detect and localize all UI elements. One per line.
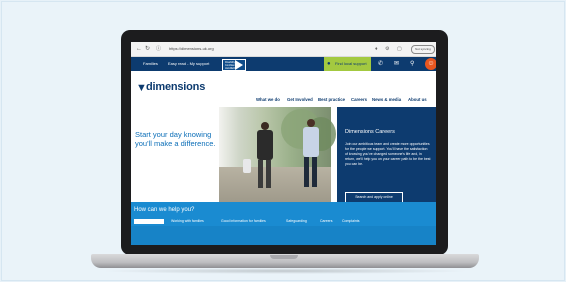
help-tab-active[interactable] bbox=[134, 219, 164, 224]
careers-panel: Dimensions Careers Join our ambitious te… bbox=[337, 107, 436, 203]
hero-person-body bbox=[303, 127, 319, 157]
hero-person-body bbox=[257, 130, 273, 160]
profile-button[interactable]: Not syncing bbox=[411, 45, 435, 54]
hero-person-leg bbox=[258, 160, 263, 188]
nav-best-practice[interactable]: Best practice bbox=[318, 97, 345, 103]
help-tab-good-information[interactable]: Good information for families bbox=[221, 219, 266, 224]
find-local-support-button[interactable]: ● Find local support bbox=[324, 57, 371, 71]
hero-person-head bbox=[307, 119, 315, 127]
hero-heading: Start your day knowing you'll make a dif… bbox=[135, 130, 216, 148]
reload-icon[interactable]: ↻ bbox=[145, 45, 150, 53]
laptop-notch bbox=[270, 255, 298, 259]
phone-icon[interactable]: ✆ bbox=[378, 60, 383, 68]
hero-banner: Start your day knowing you'll make a dif… bbox=[131, 107, 436, 203]
hero-person-leg bbox=[304, 157, 309, 187]
translate-icon[interactable]: ♦ bbox=[375, 45, 378, 53]
search-icon[interactable]: ⚲ bbox=[410, 60, 414, 68]
nav-get-involved[interactable]: Get Involved bbox=[287, 97, 313, 103]
extension-icon[interactable]: ⚙ bbox=[385, 45, 389, 53]
help-title: How can we help you? bbox=[134, 207, 195, 213]
nav-careers[interactable]: Careers bbox=[351, 97, 367, 103]
address-bar[interactable]: https://dimensions-uk.org bbox=[169, 45, 214, 53]
careers-body: Join our ambitious team and create more … bbox=[345, 142, 431, 166]
location-pin-icon: ● bbox=[327, 61, 331, 67]
help-content-strip bbox=[131, 226, 436, 245]
families-link[interactable]: Families bbox=[143, 61, 158, 67]
tab-icon[interactable]: ▢ bbox=[397, 45, 402, 53]
hero-person-leg bbox=[266, 160, 271, 188]
top-utility-nav: Families Easy read - My support Disabili… bbox=[131, 57, 436, 71]
nav-what-we-do[interactable]: What we do bbox=[256, 97, 280, 103]
careers-title: Dimensions Careers bbox=[345, 129, 395, 135]
nav-news-media[interactable]: News & media bbox=[372, 97, 401, 103]
site-logo[interactable]: dimensions bbox=[146, 81, 205, 94]
nav-about-us[interactable]: About us bbox=[408, 97, 427, 103]
info-icon[interactable]: ⓘ bbox=[156, 45, 161, 53]
accessibility-icon[interactable]: ☺ bbox=[425, 58, 436, 70]
laptop-shadow bbox=[100, 268, 470, 274]
laptop-screen: ← ↻ ⓘ https://dimensions-uk.org ♦ ⚙ ▢ No… bbox=[131, 42, 436, 245]
help-tab-complaints[interactable]: Complaints bbox=[342, 219, 360, 224]
mail-icon[interactable]: ✉ bbox=[394, 60, 399, 68]
browser-toolbar: ← ↻ ⓘ https://dimensions-uk.org ♦ ⚙ ▢ No… bbox=[131, 42, 436, 57]
help-section: How can we help you? Working with famili… bbox=[131, 202, 436, 245]
help-tab-safeguarding[interactable]: Safeguarding bbox=[286, 219, 307, 224]
hero-person-leg bbox=[312, 157, 317, 187]
back-icon[interactable]: ← bbox=[136, 45, 142, 53]
hero-photo-object bbox=[243, 159, 251, 173]
site-header: ▼ dimensions What we do Get Involved Bes… bbox=[131, 71, 436, 107]
hero-person-head bbox=[261, 122, 269, 130]
help-tab-working-with-families[interactable]: Working with families bbox=[171, 219, 204, 224]
help-tab-careers[interactable]: Careers bbox=[320, 219, 332, 224]
easy-read-link[interactable]: Easy read - My support bbox=[168, 61, 209, 67]
disability-confident-arrow bbox=[235, 60, 243, 70]
